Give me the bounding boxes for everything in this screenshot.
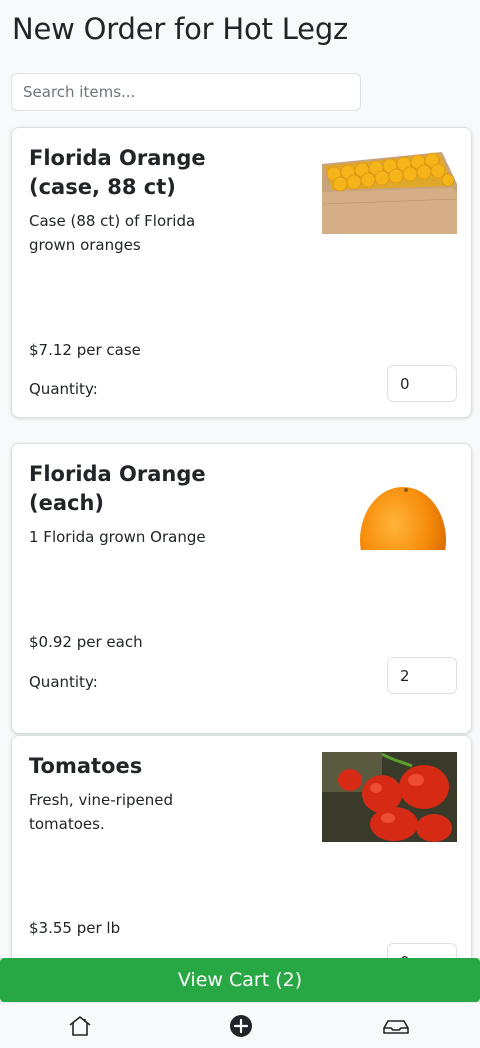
home-icon[interactable] [67, 1013, 93, 1039]
item-card: Florida Orange (case, 88 ct) Case (88 ct… [11, 127, 472, 418]
page-title: New Order for Hot Legz [12, 12, 349, 46]
item-name: Tomatoes [29, 754, 143, 778]
single-orange-image [322, 460, 457, 550]
inbox-icon[interactable] [382, 1013, 409, 1039]
item-price: $7.12 per case [29, 341, 141, 359]
item-description: 1 Florida grown Orange [29, 528, 206, 546]
search-input[interactable] [11, 73, 361, 111]
bottom-nav [0, 1002, 480, 1048]
add-circle-icon[interactable] [228, 1013, 254, 1039]
quantity-label: Quantity: [29, 380, 98, 398]
order-page: New Order for Hot Legz Florida Orange (c… [0, 0, 480, 1048]
scroll-area[interactable]: New Order for Hot Legz Florida Orange (c… [0, 0, 480, 958]
quantity-input[interactable] [387, 657, 457, 694]
quantity-input[interactable] [387, 365, 457, 402]
item-name: Florida Orange (case, 88 ct) [29, 146, 206, 199]
quantity-label: Quantity: [29, 673, 98, 691]
item-description: Case (88 ct) of Florida grown oranges [29, 212, 196, 254]
tomatoes-image [322, 752, 457, 842]
item-card: Tomatoes Fresh, vine-ripened tomatoes. $… [11, 735, 472, 958]
item-price: $0.92 per each [29, 633, 143, 651]
item-price: $3.55 per lb [29, 919, 121, 937]
item-card: Florida Orange (each) 1 Florida grown Or… [11, 443, 472, 734]
view-cart-button[interactable]: View Cart (2) [0, 958, 480, 1002]
item-name: Florida Orange (each) [29, 462, 206, 515]
item-description: Fresh, vine-ripened tomatoes. [29, 791, 173, 833]
orange-case-image [322, 144, 457, 234]
quantity-input[interactable] [387, 943, 457, 958]
